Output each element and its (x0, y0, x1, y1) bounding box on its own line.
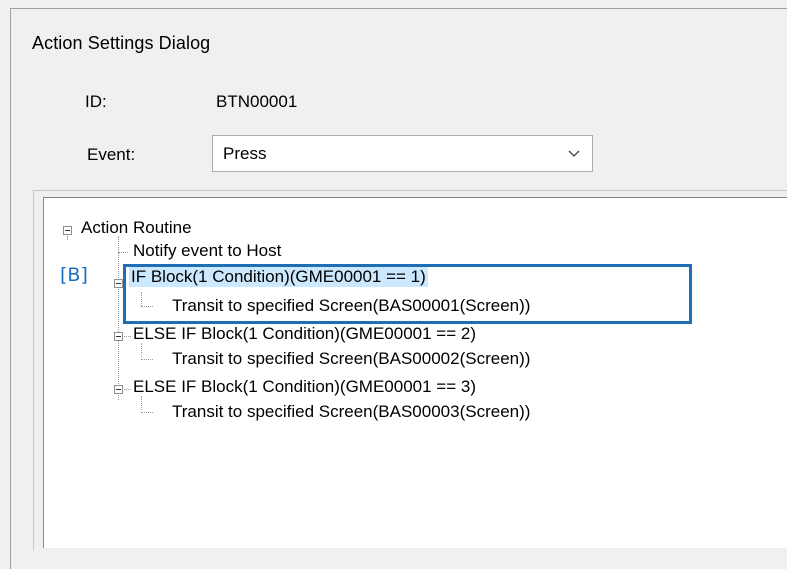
tree-node[interactable]: ELSE IF Block(1 Condition)(GME00001 == 3… (133, 377, 476, 397)
chevron-down-icon[interactable] (566, 145, 582, 161)
tree-collapse-icon[interactable] (114, 279, 123, 288)
dialog-title: Action Settings Dialog (32, 33, 211, 53)
tree-node[interactable]: Transit to specified Screen(BAS00003(Scr… (172, 402, 530, 422)
annotation-marker: [B] (60, 264, 88, 286)
tree-line (141, 412, 153, 413)
tree-line (118, 236, 119, 400)
event-label: Event: (87, 145, 136, 164)
event-select[interactable]: Press (212, 135, 593, 172)
tree-collapse-icon[interactable] (63, 226, 72, 235)
tree-line (141, 396, 142, 410)
tree-node[interactable]: Notify event to Host (133, 241, 281, 261)
tree-node-root[interactable]: Action Routine (81, 218, 192, 238)
highlight-box (123, 264, 692, 324)
tree-line (141, 343, 142, 357)
id-value: BTN00001 (216, 92, 298, 111)
tree-line (67, 236, 68, 240)
id-label: ID: (85, 92, 107, 111)
event-select-value: Press (223, 144, 267, 163)
tree-collapse-icon[interactable] (114, 385, 123, 394)
tree-collapse-icon[interactable] (114, 332, 123, 341)
tree-line (141, 359, 153, 360)
tree-line (118, 252, 128, 253)
tree-node[interactable]: ELSE IF Block(1 Condition)(GME00001 == 2… (133, 324, 476, 344)
tree-node[interactable]: Transit to specified Screen(BAS00002(Scr… (172, 349, 530, 369)
